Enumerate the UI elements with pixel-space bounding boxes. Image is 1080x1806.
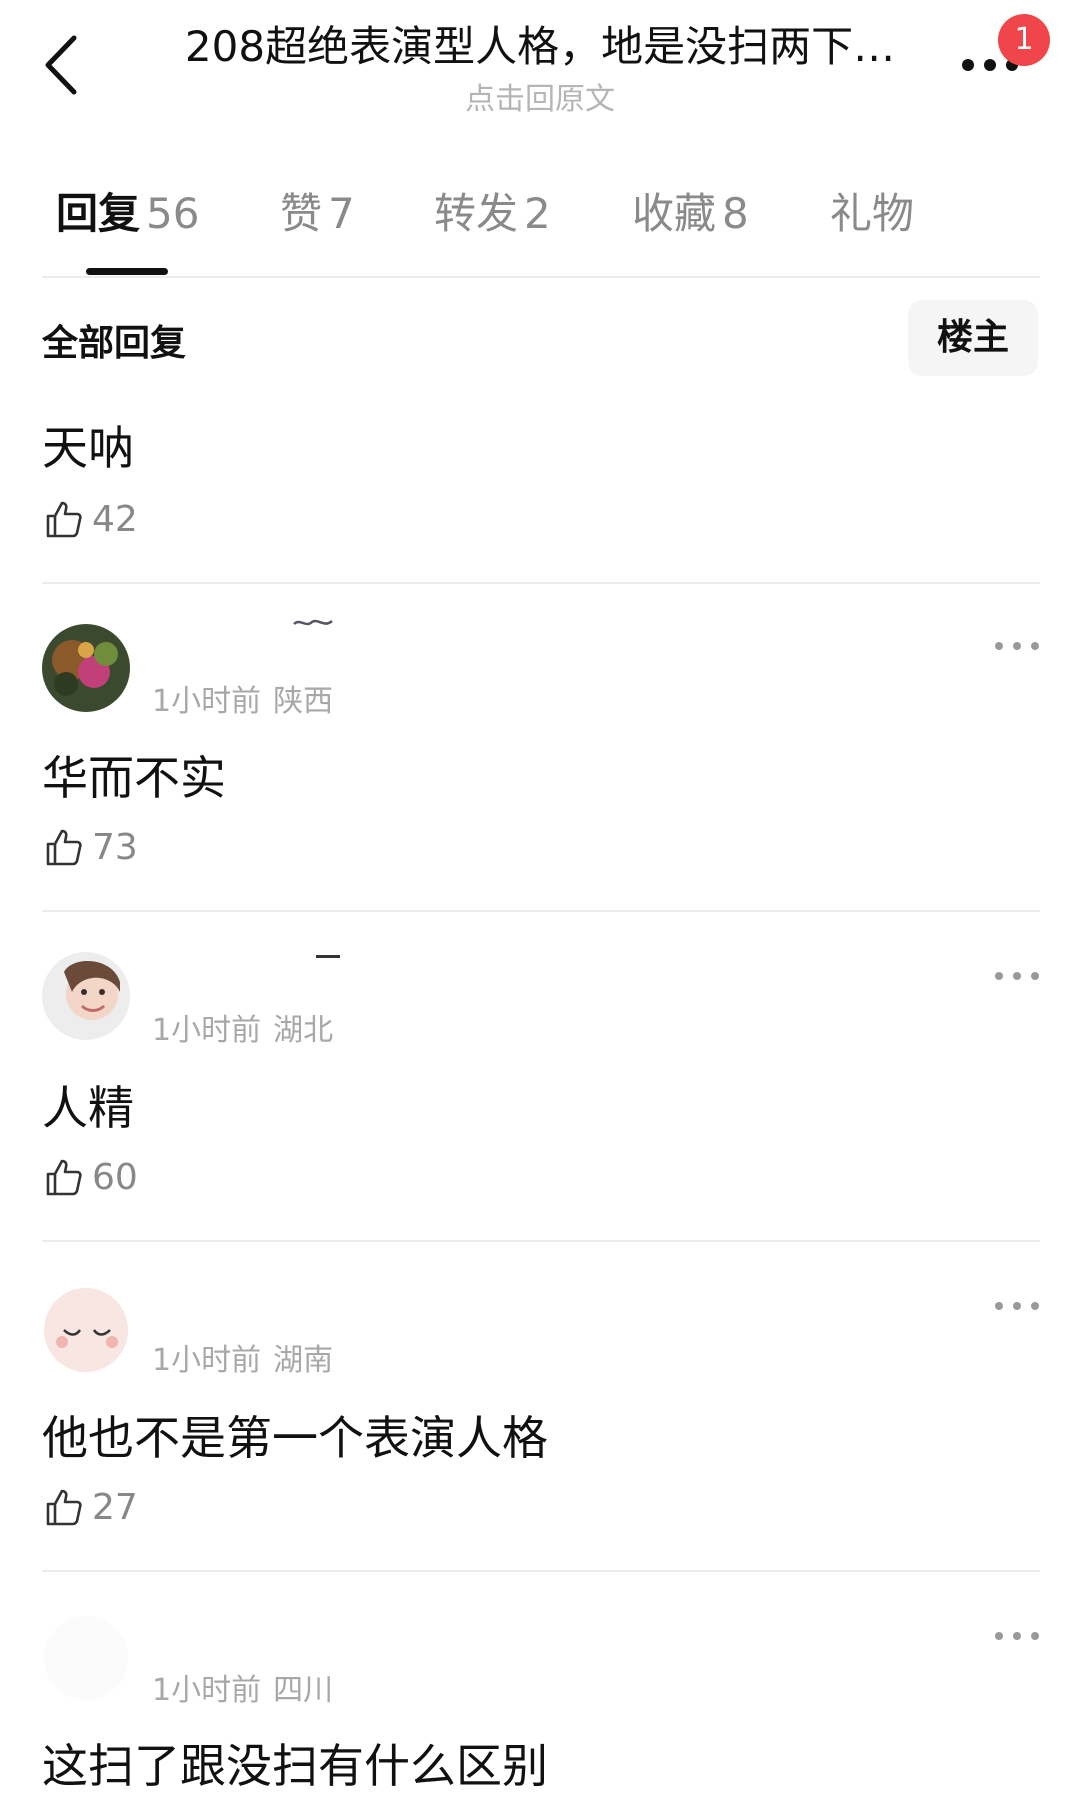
back-to-original-link[interactable]: 点击回原文 (340, 74, 740, 118)
comment-meta: 1小时前 四川 (152, 1665, 333, 1709)
divider (42, 582, 1040, 584)
comment-time: 1小时前 (152, 684, 262, 719)
thumbs-up-icon (46, 1489, 82, 1526)
avatar[interactable] (42, 1286, 130, 1374)
avatar[interactable] (42, 952, 130, 1040)
tab-likes[interactable]: 赞7 (280, 180, 355, 241)
avatar[interactable] (42, 1614, 130, 1702)
comment-location: 湖北 (273, 1013, 334, 1048)
reaction-tabs: 回复 56 赞7 转发 2 收藏 8 礼物 (0, 180, 1080, 275)
tab-label: 收藏 (632, 189, 717, 238)
comment-time: 1小时前 (152, 1343, 262, 1378)
chevron-left-icon (45, 35, 77, 95)
like-count: 27 (92, 1486, 138, 1528)
section-title: 全部回复 (42, 323, 187, 364)
avatar-image (42, 1286, 130, 1374)
avatar[interactable] (42, 624, 130, 712)
like-button[interactable]: 27 (42, 1482, 138, 1532)
more-options-icon[interactable] (992, 1626, 1042, 1646)
divider (42, 910, 1040, 912)
comment-meta: 1小时前 湖北 (152, 1005, 333, 1049)
top-bar: 208超绝表演型人格，地是没扫两下… 点击回原文 1 (0, 0, 1080, 130)
like-count: 60 (92, 1156, 138, 1198)
comment-location: 陕西 (273, 684, 334, 719)
tab-count: 7 (328, 189, 355, 238)
notification-badge: 1 (998, 14, 1050, 66)
op-filter-button[interactable]: 楼主 (908, 300, 1038, 376)
comment-time: 1小时前 (152, 1013, 262, 1048)
comment-text[interactable]: 人精 (42, 1072, 134, 1138)
avatar-image (42, 952, 130, 1040)
like-button[interactable]: 73 (42, 822, 138, 872)
active-tab-indicator (86, 268, 168, 275)
tab-label: 回复 (56, 189, 141, 238)
tab-label: 转发 (434, 189, 519, 238)
comment-text[interactable]: 他也不是第一个表演人格 (42, 1402, 548, 1468)
avatar-image (42, 624, 130, 712)
comment-text[interactable]: 这扫了跟没扫有什么区别 (42, 1730, 548, 1796)
divider (42, 276, 1040, 278)
comment-location: 湖南 (273, 1343, 334, 1378)
like-count: 42 (92, 498, 138, 540)
thumbs-up-icon (46, 829, 82, 866)
comment-location: 四川 (273, 1673, 334, 1708)
comment-meta: 1小时前 湖南 (152, 1335, 333, 1379)
more-options-icon[interactable] (992, 1296, 1042, 1316)
tab-count: 2 (524, 189, 551, 238)
tab-count: 8 (722, 189, 749, 238)
tab-label: 礼物 (830, 189, 915, 238)
comment-meta: 1小时前 陕西 (152, 676, 333, 720)
back-button[interactable] (38, 30, 88, 100)
like-button[interactable]: 42 (42, 494, 138, 544)
username-redacted (293, 619, 333, 626)
tab-favorites[interactable]: 收藏 8 (632, 180, 749, 241)
tab-replies[interactable]: 回复 56 (56, 180, 199, 241)
thumbs-up-icon (46, 1159, 82, 1196)
username-redacted (316, 955, 340, 958)
tab-gifts[interactable]: 礼物 (830, 180, 920, 241)
tab-count: 56 (146, 189, 200, 238)
tab-reposts[interactable]: 转发 2 (434, 180, 551, 241)
like-count: 73 (92, 826, 138, 868)
avatar-image (44, 1616, 128, 1700)
comment-text[interactable]: 天呐 (42, 412, 134, 478)
divider (42, 1240, 1040, 1242)
tab-label: 赞 (280, 189, 323, 238)
more-options-icon[interactable] (992, 636, 1042, 656)
like-button[interactable]: 60 (42, 1152, 138, 1202)
comment-text[interactable]: 华而不实 (42, 742, 226, 808)
thumbs-up-icon (46, 501, 82, 538)
more-options-icon[interactable] (992, 966, 1042, 986)
comment-time: 1小时前 (152, 1673, 262, 1708)
post-title[interactable]: 208超绝表演型人格，地是没扫两下… (180, 20, 900, 74)
divider (42, 1570, 1040, 1572)
